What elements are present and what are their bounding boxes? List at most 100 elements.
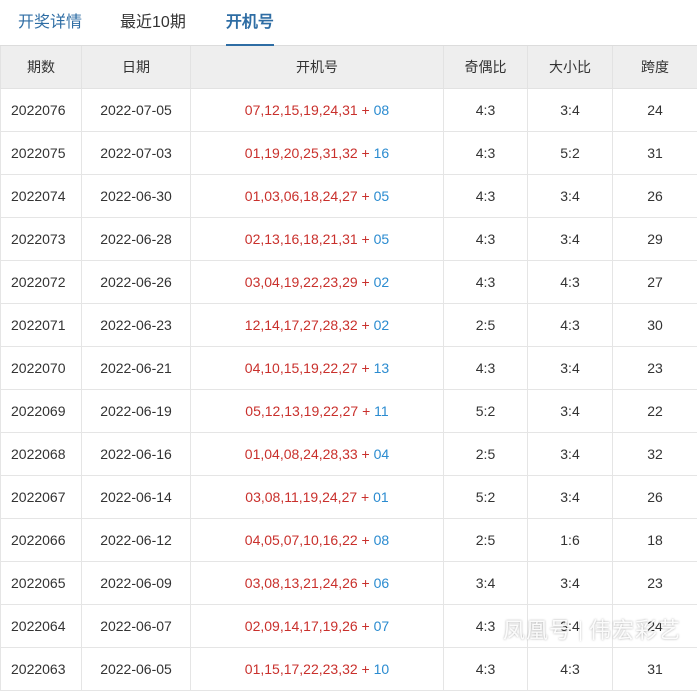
tab-bar: 开奖详情 最近10期 开机号 xyxy=(0,0,697,46)
back-number: 01 xyxy=(373,489,389,505)
cell-date: 2022-06-19 xyxy=(82,390,191,433)
header-numbers: 开机号 xyxy=(191,46,444,89)
header-date: 日期 xyxy=(82,46,191,89)
front-numbers: 01,03,06,18,24,27 xyxy=(245,188,358,204)
cell-big-small: 3:4 xyxy=(528,476,613,519)
cell-span: 26 xyxy=(613,175,697,218)
cell-odd-even: 3:4 xyxy=(444,562,528,605)
table-row: 20220672022-06-1403,08,11,19,24,27 + 015… xyxy=(1,476,697,519)
back-number: 05 xyxy=(374,231,390,247)
back-number: 07 xyxy=(374,618,390,634)
cell-span: 31 xyxy=(613,648,697,691)
plus-sign: + xyxy=(358,145,374,161)
watermark-left: 凤凰号 xyxy=(503,619,572,644)
table-row: 20220752022-07-0301,19,20,25,31,32 + 164… xyxy=(1,132,697,175)
cell-big-small: 3:4 xyxy=(528,89,613,132)
cell-numbers: 01,04,08,24,28,33 + 04 xyxy=(191,433,444,476)
plus-sign: + xyxy=(358,231,374,247)
cell-issue: 2022065 xyxy=(1,562,82,605)
cell-span: 29 xyxy=(613,218,697,261)
table-row: 20220662022-06-1204,05,07,10,16,22 + 082… xyxy=(1,519,697,562)
cell-big-small: 3:4 xyxy=(528,218,613,261)
header-big-small: 大小比 xyxy=(528,46,613,89)
back-number: 06 xyxy=(374,575,390,591)
cell-span: 31 xyxy=(613,132,697,175)
trial-numbers-table: 期数 日期 开机号 奇偶比 大小比 跨度 20220762022-07-0507… xyxy=(0,46,697,691)
table-header-row: 期数 日期 开机号 奇偶比 大小比 跨度 xyxy=(1,46,697,89)
table-row: 20220632022-06-0501,15,17,22,23,32 + 104… xyxy=(1,648,697,691)
back-number: 02 xyxy=(374,317,390,333)
cell-big-small: 3:4 xyxy=(528,347,613,390)
plus-sign: + xyxy=(358,532,374,548)
cell-issue: 2022070 xyxy=(1,347,82,390)
front-numbers: 04,05,07,10,16,22 xyxy=(245,532,358,548)
cell-odd-even: 4:3 xyxy=(444,89,528,132)
cell-issue: 2022064 xyxy=(1,605,82,648)
back-number: 08 xyxy=(374,532,390,548)
cell-span: 18 xyxy=(613,519,697,562)
table-row: 20220712022-06-2312,14,17,27,28,32 + 022… xyxy=(1,304,697,347)
front-numbers: 07,12,15,19,24,31 xyxy=(245,102,358,118)
cell-odd-even: 2:5 xyxy=(444,433,528,476)
cell-issue: 2022069 xyxy=(1,390,82,433)
header-span: 跨度 xyxy=(613,46,697,89)
cell-odd-even: 5:2 xyxy=(444,390,528,433)
cell-numbers: 02,09,14,17,19,26 + 07 xyxy=(191,605,444,648)
cell-issue: 2022075 xyxy=(1,132,82,175)
front-numbers: 03,08,13,21,24,26 xyxy=(245,575,358,591)
front-numbers: 02,13,16,18,21,31 xyxy=(245,231,358,247)
table-row: 20220692022-06-1905,12,13,19,22,27 + 115… xyxy=(1,390,697,433)
tab-trial-numbers[interactable]: 开机号 xyxy=(226,9,274,45)
tab-draw-details[interactable]: 开奖详情 xyxy=(18,9,82,45)
table-row: 20220652022-06-09 03,08,13,21,24,26 + 06 3… xyxy=(1,562,697,605)
back-number: 13 xyxy=(374,360,390,376)
cell-numbers: 04,05,07,10,16,22 + 08 xyxy=(191,519,444,562)
cell-odd-even: 4:3 xyxy=(444,347,528,390)
cell-date: 2022-06-05 xyxy=(82,648,191,691)
cell-issue: 2022076 xyxy=(1,89,82,132)
cell-date: 2022-06-09 xyxy=(82,562,191,605)
cell-big-small: 3:4 xyxy=(528,390,613,433)
cell-span: 24 xyxy=(613,89,697,132)
cell-date: 2022-06-12 xyxy=(82,519,191,562)
plus-sign: + xyxy=(358,403,374,419)
table-row: 20220762022-07-0507,12,15,19,24,31 + 084… xyxy=(1,89,697,132)
front-numbers: 02,09,14,17,19,26 xyxy=(245,618,358,634)
front-numbers: 01,04,08,24,28,33 xyxy=(245,446,358,462)
cell-date: 2022-07-05 xyxy=(82,89,191,132)
back-number: 05 xyxy=(374,188,390,204)
cell-odd-even: 2:5 xyxy=(444,519,528,562)
cell-date: 2022-06-30 xyxy=(82,175,191,218)
back-number: 02 xyxy=(374,274,390,290)
cell-date: 2022-06-16 xyxy=(82,433,191,476)
cell-big-small: 5:2 xyxy=(528,132,613,175)
cell-date: 2022-06-23 xyxy=(82,304,191,347)
back-number: 10 xyxy=(374,661,390,677)
tab-recent-10[interactable]: 最近10期 xyxy=(120,9,186,45)
cell-issue: 2022071 xyxy=(1,304,82,347)
cell-numbers: 03,08,11,19,24,27 + 01 xyxy=(191,476,444,519)
cell-span: 26 xyxy=(613,476,697,519)
plus-sign: + xyxy=(358,575,374,591)
front-numbers: 03,08,11,19,24,27 xyxy=(245,489,357,505)
cell-date: 2022-06-26 xyxy=(82,261,191,304)
cell-issue: 2022068 xyxy=(1,433,82,476)
cell-numbers: 03,04,19,22,23,29 + 02 xyxy=(191,261,444,304)
cell-numbers: 02,13,16,18,21,31 + 05 xyxy=(191,218,444,261)
cell-odd-even: 5:2 xyxy=(444,476,528,519)
cell-issue: 2022066 xyxy=(1,519,82,562)
plus-sign: + xyxy=(358,661,374,677)
cell-numbers: 01,19,20,25,31,32 + 16 xyxy=(191,132,444,175)
cell-numbers: 07,12,15,19,24,31 + 08 xyxy=(191,89,444,132)
front-numbers: 04,10,15,19,22,27 xyxy=(245,360,358,376)
plus-sign: + xyxy=(358,360,374,376)
back-number: 16 xyxy=(374,145,390,161)
back-number: 08 xyxy=(374,102,390,118)
cell-issue: 2022074 xyxy=(1,175,82,218)
header-odd-even: 奇偶比 xyxy=(444,46,528,89)
cell-issue: 2022067 xyxy=(1,476,82,519)
header-issue: 期数 xyxy=(1,46,82,89)
cell-odd-even: 4:3 xyxy=(444,648,528,691)
cell-odd-even: 4:3 xyxy=(444,132,528,175)
cell-span: 22 xyxy=(613,390,697,433)
